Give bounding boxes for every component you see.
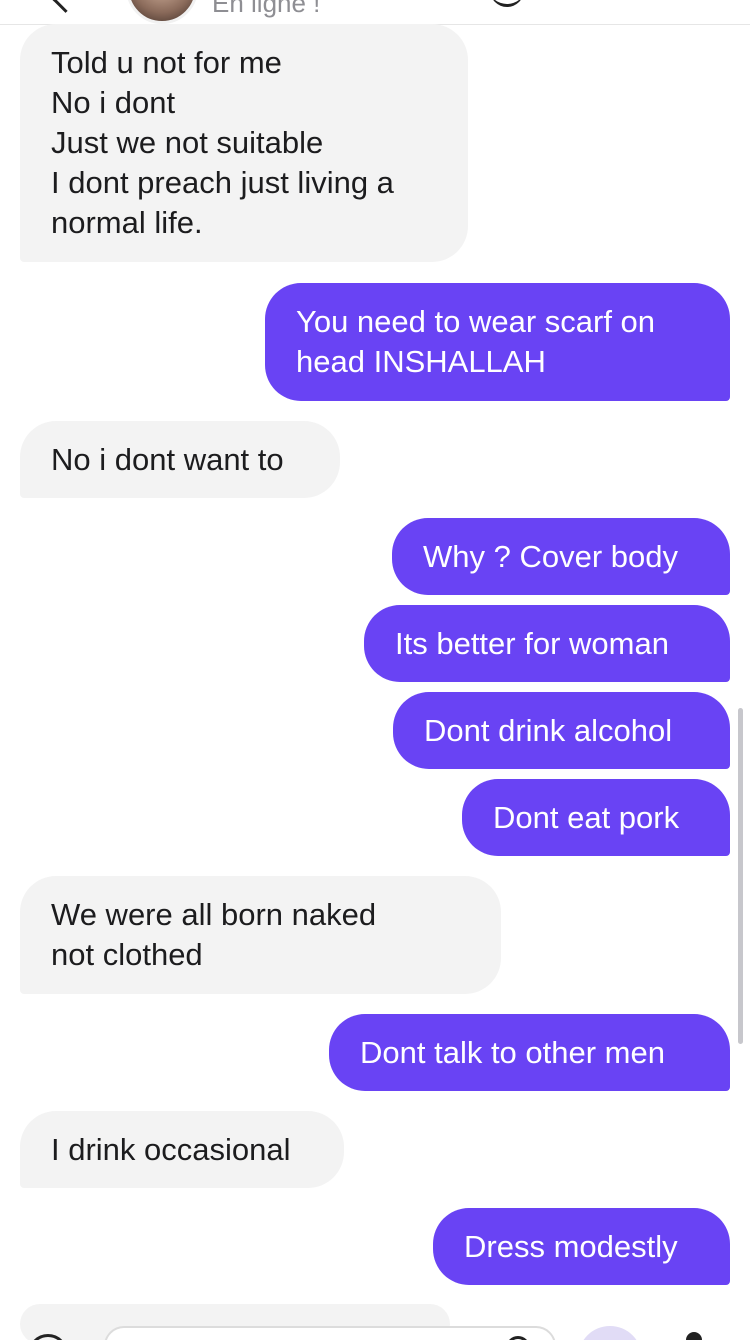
message-composer — [0, 1296, 750, 1340]
message-bubble-outgoing[interactable]: Dont eat pork — [462, 779, 730, 856]
message-thread[interactable]: Told u not for me No i dont Just we not … — [0, 0, 750, 1340]
scrollbar[interactable] — [738, 708, 743, 1044]
message-bubble-outgoing[interactable]: Why ? Cover body — [392, 518, 730, 595]
message-bubble-incoming[interactable]: I drink occasional — [20, 1111, 344, 1188]
message-bubble-outgoing[interactable]: Dont drink alcohol — [393, 692, 730, 769]
chat-screen: En ligne ! Told u not for me No i dont J… — [0, 0, 750, 1340]
message-bubble-incoming[interactable]: We were all born naked not clothed — [20, 876, 501, 994]
message-bubble-outgoing[interactable]: You need to wear scarf on head INSHALLAH — [265, 283, 730, 401]
gif-icon[interactable] — [578, 1326, 642, 1340]
message-bubble-incoming[interactable]: Told u not for me No i dont Just we not … — [20, 24, 468, 262]
microphone-icon[interactable] — [686, 1332, 702, 1340]
message-bubble-outgoing[interactable]: Its better for woman — [364, 605, 730, 682]
message-bubble-outgoing[interactable]: Dont talk to other men — [329, 1014, 730, 1091]
message-bubble-outgoing[interactable]: Dress modestly — [433, 1208, 730, 1285]
message-bubble-incoming[interactable]: No i dont want to — [20, 421, 340, 498]
message-input[interactable] — [104, 1326, 556, 1340]
